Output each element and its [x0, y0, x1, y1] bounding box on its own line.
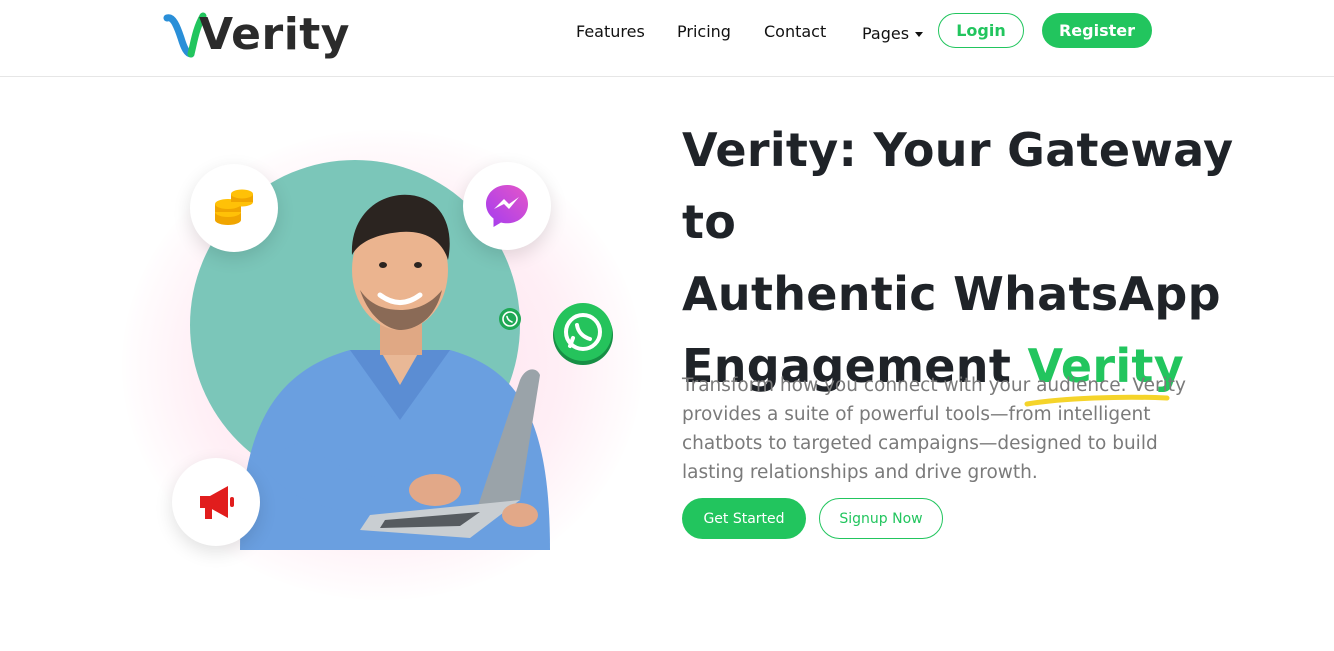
- whatsapp-icon: [553, 303, 613, 365]
- messenger-icon: [486, 185, 528, 227]
- site-header: Verity Features Pricing Contact Pages Lo…: [0, 0, 1334, 77]
- hero-description: Transform how you connect with your audi…: [682, 374, 1186, 483]
- caret-down-icon: [915, 32, 924, 37]
- register-button[interactable]: Register: [1042, 13, 1152, 48]
- signup-now-button[interactable]: Signup Now: [819, 498, 943, 539]
- hero-headline: Verity: Your Gateway to Authentic WhatsA…: [682, 114, 1282, 407]
- login-button[interactable]: Login: [938, 13, 1024, 48]
- megaphone-icon: [200, 486, 234, 519]
- logo-text: Verity: [199, 9, 350, 60]
- megaphone-bubble: [172, 458, 260, 546]
- nav-pages-dropdown[interactable]: Pages: [862, 24, 924, 43]
- nav-contact[interactable]: Contact: [764, 22, 826, 41]
- logo[interactable]: Verity: [163, 4, 350, 66]
- nav-features[interactable]: Features: [576, 22, 645, 41]
- get-started-button[interactable]: Get Started: [682, 498, 806, 539]
- messenger-bubble: [463, 162, 551, 250]
- hero-illustration: [110, 100, 670, 600]
- headline-line-2: Authentic WhatsApp: [682, 267, 1221, 321]
- coins-icon: [215, 189, 253, 225]
- whatsapp-small-icon: [499, 308, 521, 330]
- nav-pricing[interactable]: Pricing: [677, 22, 731, 41]
- coins-bubble: [190, 164, 278, 252]
- nav-pages-label: Pages: [862, 24, 910, 43]
- headline-line-1: Verity: Your Gateway to: [682, 123, 1234, 249]
